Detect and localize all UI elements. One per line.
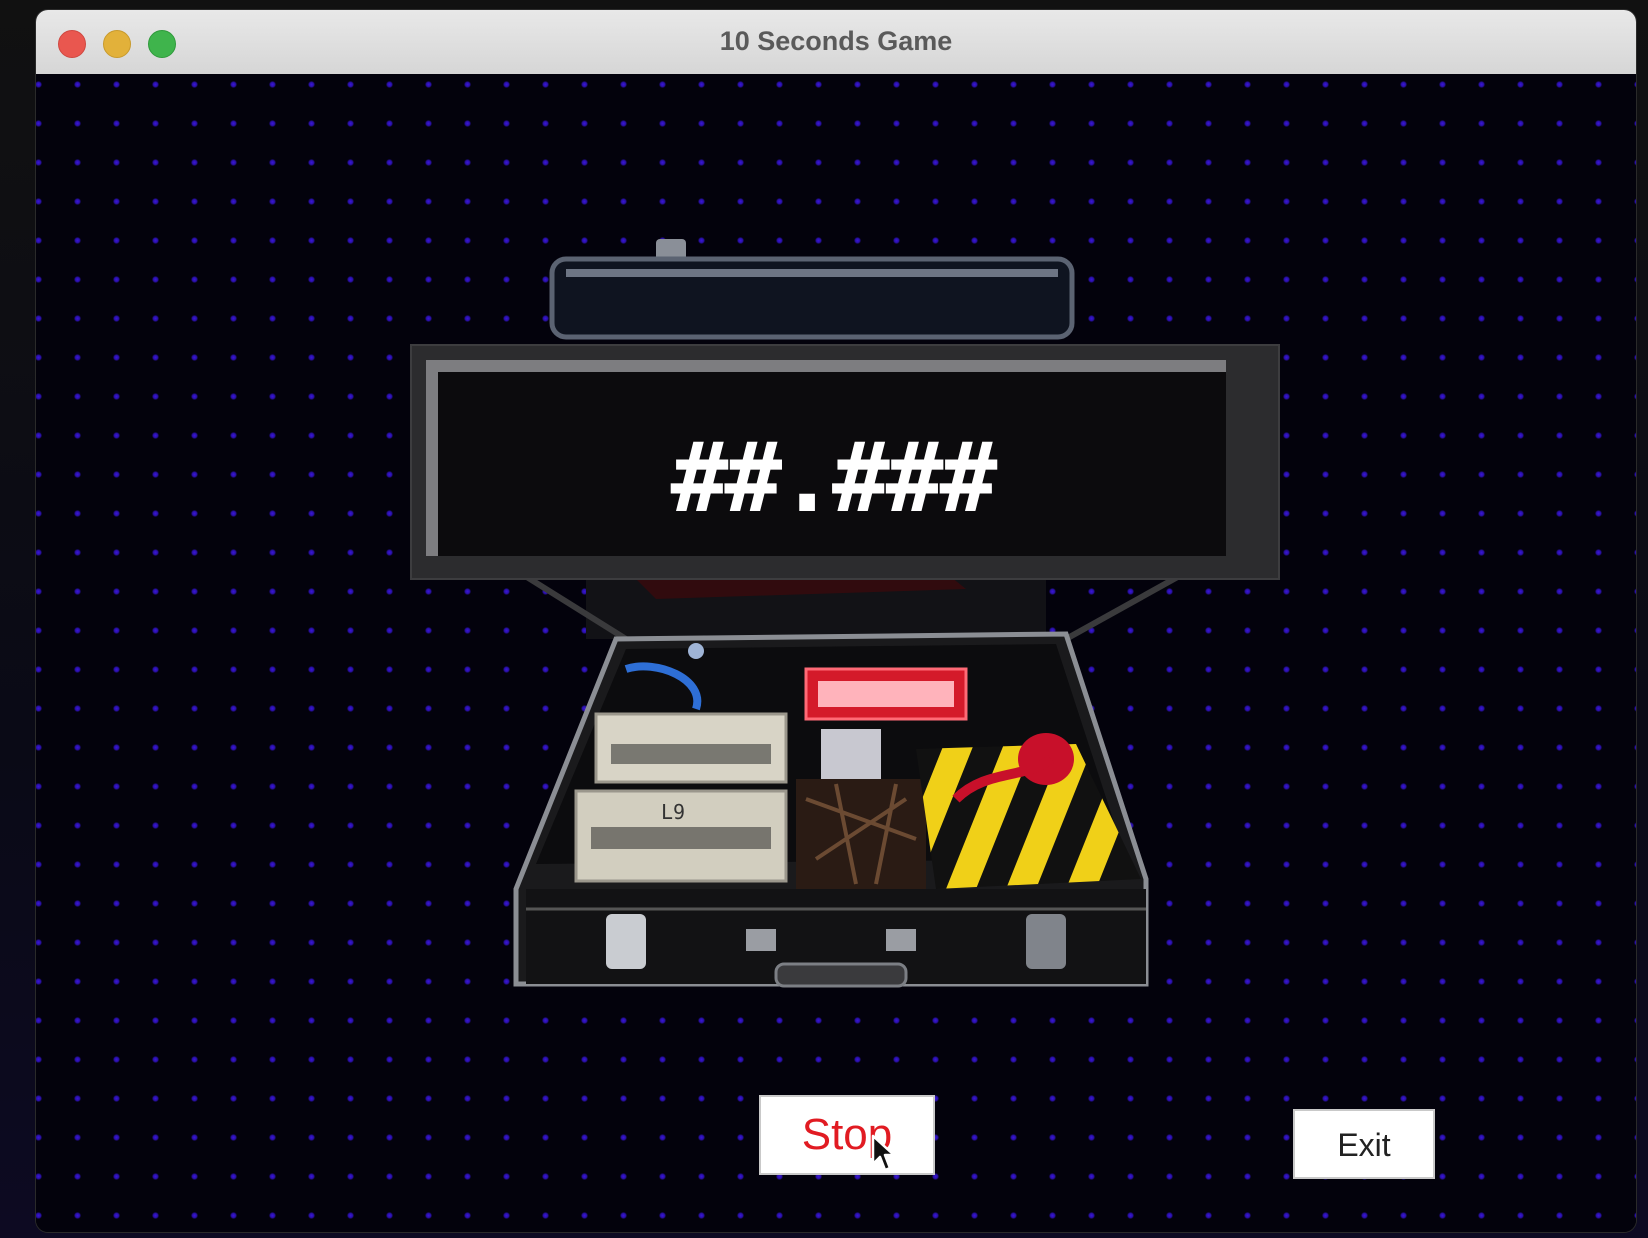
window-titlebar[interactable]: 10 Seconds Game xyxy=(36,10,1636,75)
timer-readout: ##.### xyxy=(670,422,998,534)
stop-button[interactable]: Stop xyxy=(759,1095,935,1175)
desktop-background: 10 Seconds Game L9 ##.### Stop Exit xyxy=(0,0,1648,1238)
game-window: 10 Seconds Game L9 ##.### Stop Exit xyxy=(36,10,1636,1232)
game-canvas: L9 ##.### Stop Exit xyxy=(36,74,1636,1232)
cursor-icon xyxy=(871,1134,896,1172)
timer-screen: ##.### xyxy=(426,360,1226,556)
exit-button[interactable]: Exit xyxy=(1293,1109,1435,1179)
timer-display: ##.### xyxy=(410,344,1280,580)
svg-text:L9: L9 xyxy=(661,800,685,824)
window-title: 10 Seconds Game xyxy=(719,26,953,56)
